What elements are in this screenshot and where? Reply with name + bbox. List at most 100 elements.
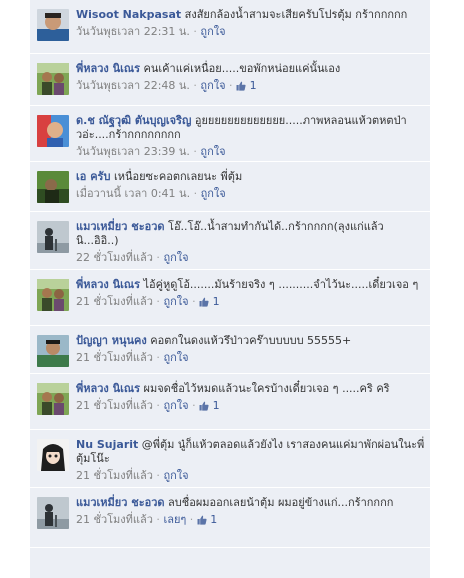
separator-dot: · [152,295,164,308]
comment-text: คนเค้าแค่เหนื่อย.....ขอพักหน่อยแค่นั้นเอ… [143,62,341,75]
comment-meta: วันวันพุธเวลา 23:39 น. · ถูกใจ [76,145,426,159]
separator-dot: · [152,513,164,526]
separator-dot: · [190,187,201,200]
comment-body: เอ ครับ เหนื่อยซะคอตกเลยนะ พี่ตุ้มเมื่อว… [76,170,426,201]
comment-text: ผมจดชื่อไว้หมดแล้วนะใครบ้างเดี๋ยวเจอ ๆ .… [143,382,390,395]
like-count-value: 1 [212,399,220,412]
separator-dot: · [186,513,197,526]
comment-timestamp[interactable]: 21 ชั่วโมงที่แล้ว [76,399,153,412]
comment-timestamp[interactable]: วันวันพุธเวลา 23:39 น. [76,145,190,158]
avatar[interactable] [37,497,69,529]
comment-timestamp[interactable]: เมื่อวานนี้ เวลา 0:41 น. [76,187,190,200]
comment-timestamp[interactable]: วันวันพุธเวลา 22:48 น. [76,79,190,92]
like-count-value: 1 [210,513,218,526]
like-link[interactable]: ถูกใจ [163,399,188,412]
comment-timestamp[interactable]: 21 ชั่วโมงที่แล้ว [76,351,153,364]
avatar[interactable] [37,335,69,367]
comment-author[interactable]: พี่หลวง นิเณร [76,382,140,395]
avatar[interactable] [37,115,69,147]
comment-meta: 22 ชั่วโมงที่แล้ว · ถูกใจ [76,251,426,265]
comment-item: ปัญญา หนุนคง คอตกในดงแห้วรึป่าวคร๊าบบบบบ… [30,326,430,374]
comment-body: ปัญญา หนุนคง คอตกในดงแห้วรึป่าวคร๊าบบบบบ… [76,334,426,365]
comment-author[interactable]: ปัญญา หนุนคง [76,334,147,347]
avatar[interactable] [37,279,69,311]
like-link[interactable]: ถูกใจ [163,251,188,264]
separator-dot: · [188,295,200,308]
comment-item: พี่หลวง นิเณร ผมจดชื่อไว้หมดแล้วนะใครบ้า… [30,374,430,430]
comment-meta: 21 ชั่วโมงที่แล้ว · เลยๆ · 1 [76,513,426,527]
comment-author[interactable]: เอ ครับ [76,170,110,183]
comment-item: เอ ครับ เหนื่อยซะคอตกเลยนะ พี่ตุ้มเมื่อว… [30,162,430,212]
comment-meta: 21 ชั่วโมงที่แล้ว · ถูกใจ · 1 [76,399,426,413]
separator-dot: · [152,351,164,364]
like-link[interactable]: ถูกใจ [200,25,225,38]
comment-body: แมวเหมี่ยว ชะอวด ลบชื่อผมออกเลยน้าตุ้ม ผ… [76,496,426,527]
like-link[interactable]: ถูกใจ [201,187,226,200]
separator-dot: · [152,469,164,482]
comment-body: พี่หลวง นิเณร คนเค้าแค่เหนื่อย.....ขอพัก… [76,62,426,93]
comment-author[interactable]: แมวเหมี่ยว ชะอวด [76,496,165,509]
separator-dot: · [189,79,201,92]
comment-meta: 21 ชั่วโมงที่แล้ว · ถูกใจ [76,351,426,365]
comment-item: พี่หลวง นิเณร ไอ้คู่หูดูโอ้.......มันร้า… [30,270,430,326]
comment-text: ไอ้คู่หูดูโอ้.......มันร้ายจริง ๆ ......… [143,278,419,291]
like-link[interactable]: ถูกใจ [163,351,188,364]
comment-item: ด.ช ณัฐวุฒิ ตันบุญเจริญ อูยยยยยยยยยยยยย.… [30,106,430,162]
comment-body: พี่หลวง นิเณร ไอ้คู่หูดูโอ้.......มันร้า… [76,278,426,309]
comment-item: Wisoot Nakpasat สงสัยกล้องน้ำสามจะเสียคร… [30,0,430,54]
separator-dot: · [152,399,164,412]
comment-item: แมวเหมี่ยว ชะอวด ลบชื่อผมออกเลยน้าตุ้ม ผ… [30,488,430,548]
like-count[interactable]: 1 [197,513,218,526]
comment-meta: 21 ชั่วโมงที่แล้ว · ถูกใจ [76,469,426,483]
comment-author[interactable]: พี่หลวง นิเณร [76,62,140,75]
like-link[interactable]: เลยๆ [163,513,186,526]
comment-text: ลบชื่อผมออกเลยน้าตุ้ม ผมอยู่ข้างแก่...กร… [168,496,394,509]
thumbs-up-icon [236,81,246,91]
comment-list: Wisoot Nakpasat สงสัยกล้องน้ำสามจะเสียคร… [30,0,430,578]
like-link[interactable]: ถูกใจ [163,295,188,308]
like-count[interactable]: 1 [236,79,257,92]
comment-author[interactable]: Wisoot Nakpasat [76,8,181,21]
comment-body: พี่หลวง นิเณร ผมจดชื่อไว้หมดแล้วนะใครบ้า… [76,382,426,413]
separator-dot: · [189,145,201,158]
comment-item: Nu Sujarit @พี่ตุ้ม นู๋ก็แห้วตลอดแล้วยัง… [30,430,430,488]
like-count-value: 1 [212,295,220,308]
separator-dot: · [152,251,164,264]
thumbs-up-icon [199,401,209,411]
comment-text: คอตกในดงแห้วรึป่าวคร๊าบบบบบ 55555+ [150,334,352,347]
avatar[interactable] [37,439,69,471]
comment-timestamp[interactable]: 21 ชั่วโมงที่แล้ว [76,469,153,482]
comment-author[interactable]: ด.ช ณัฐวุฒิ ตันบุญเจริญ [76,114,191,127]
like-count[interactable]: 1 [199,399,220,412]
thumbs-up-icon [197,515,207,525]
like-link[interactable]: ถูกใจ [200,145,225,158]
comment-timestamp[interactable]: 22 ชั่วโมงที่แล้ว [76,251,153,264]
avatar[interactable] [37,63,69,95]
comment-timestamp[interactable]: 21 ชั่วโมงที่แล้ว [76,513,153,526]
comment-item: แมวเหมี่ยว ชะอวด โอ๊..โอ๊..น้ำสามทำกันได… [30,212,430,270]
avatar[interactable] [37,9,69,41]
like-count[interactable]: 1 [199,295,220,308]
comment-item: พี่หลวง นิเณร คนเค้าแค่เหนื่อย.....ขอพัก… [30,54,430,106]
comment-text: เหนื่อยซะคอตกเลยนะ พี่ตุ้ม [113,170,243,183]
comment-body: Nu Sujarit @พี่ตุ้ม นู๋ก็แห้วตลอดแล้วยัง… [76,438,426,483]
like-link[interactable]: ถูกใจ [200,79,225,92]
comment-author[interactable]: พี่หลวง นิเณร [76,278,140,291]
avatar[interactable] [37,383,69,415]
separator-dot: · [225,79,237,92]
comment-meta: เมื่อวานนี้ เวลา 0:41 น. · ถูกใจ [76,187,426,201]
comment-body: Wisoot Nakpasat สงสัยกล้องน้ำสามจะเสียคร… [76,8,426,39]
separator-dot: · [188,399,200,412]
comment-timestamp[interactable]: 21 ชั่วโมงที่แล้ว [76,295,153,308]
comment-body: ด.ช ณัฐวุฒิ ตันบุญเจริญ อูยยยยยยยยยยยยย.… [76,114,426,159]
comment-body: แมวเหมี่ยว ชะอวด โอ๊..โอ๊..น้ำสามทำกันได… [76,220,426,265]
comment-timestamp[interactable]: วันวันพุธเวลา 22:31 น. [76,25,190,38]
avatar[interactable] [37,221,69,253]
avatar[interactable] [37,171,69,203]
like-link[interactable]: ถูกใจ [163,469,188,482]
thumbs-up-icon [199,297,209,307]
comment-meta: วันวันพุธเวลา 22:31 น. · ถูกใจ [76,25,426,39]
comment-text: สงสัยกล้องน้ำสามจะเสียครับโปรตุ้ม กร้ากก… [184,8,408,21]
comment-author[interactable]: แมวเหมี่ยว ชะอวด [76,220,165,233]
comment-author[interactable]: Nu Sujarit [76,438,138,451]
